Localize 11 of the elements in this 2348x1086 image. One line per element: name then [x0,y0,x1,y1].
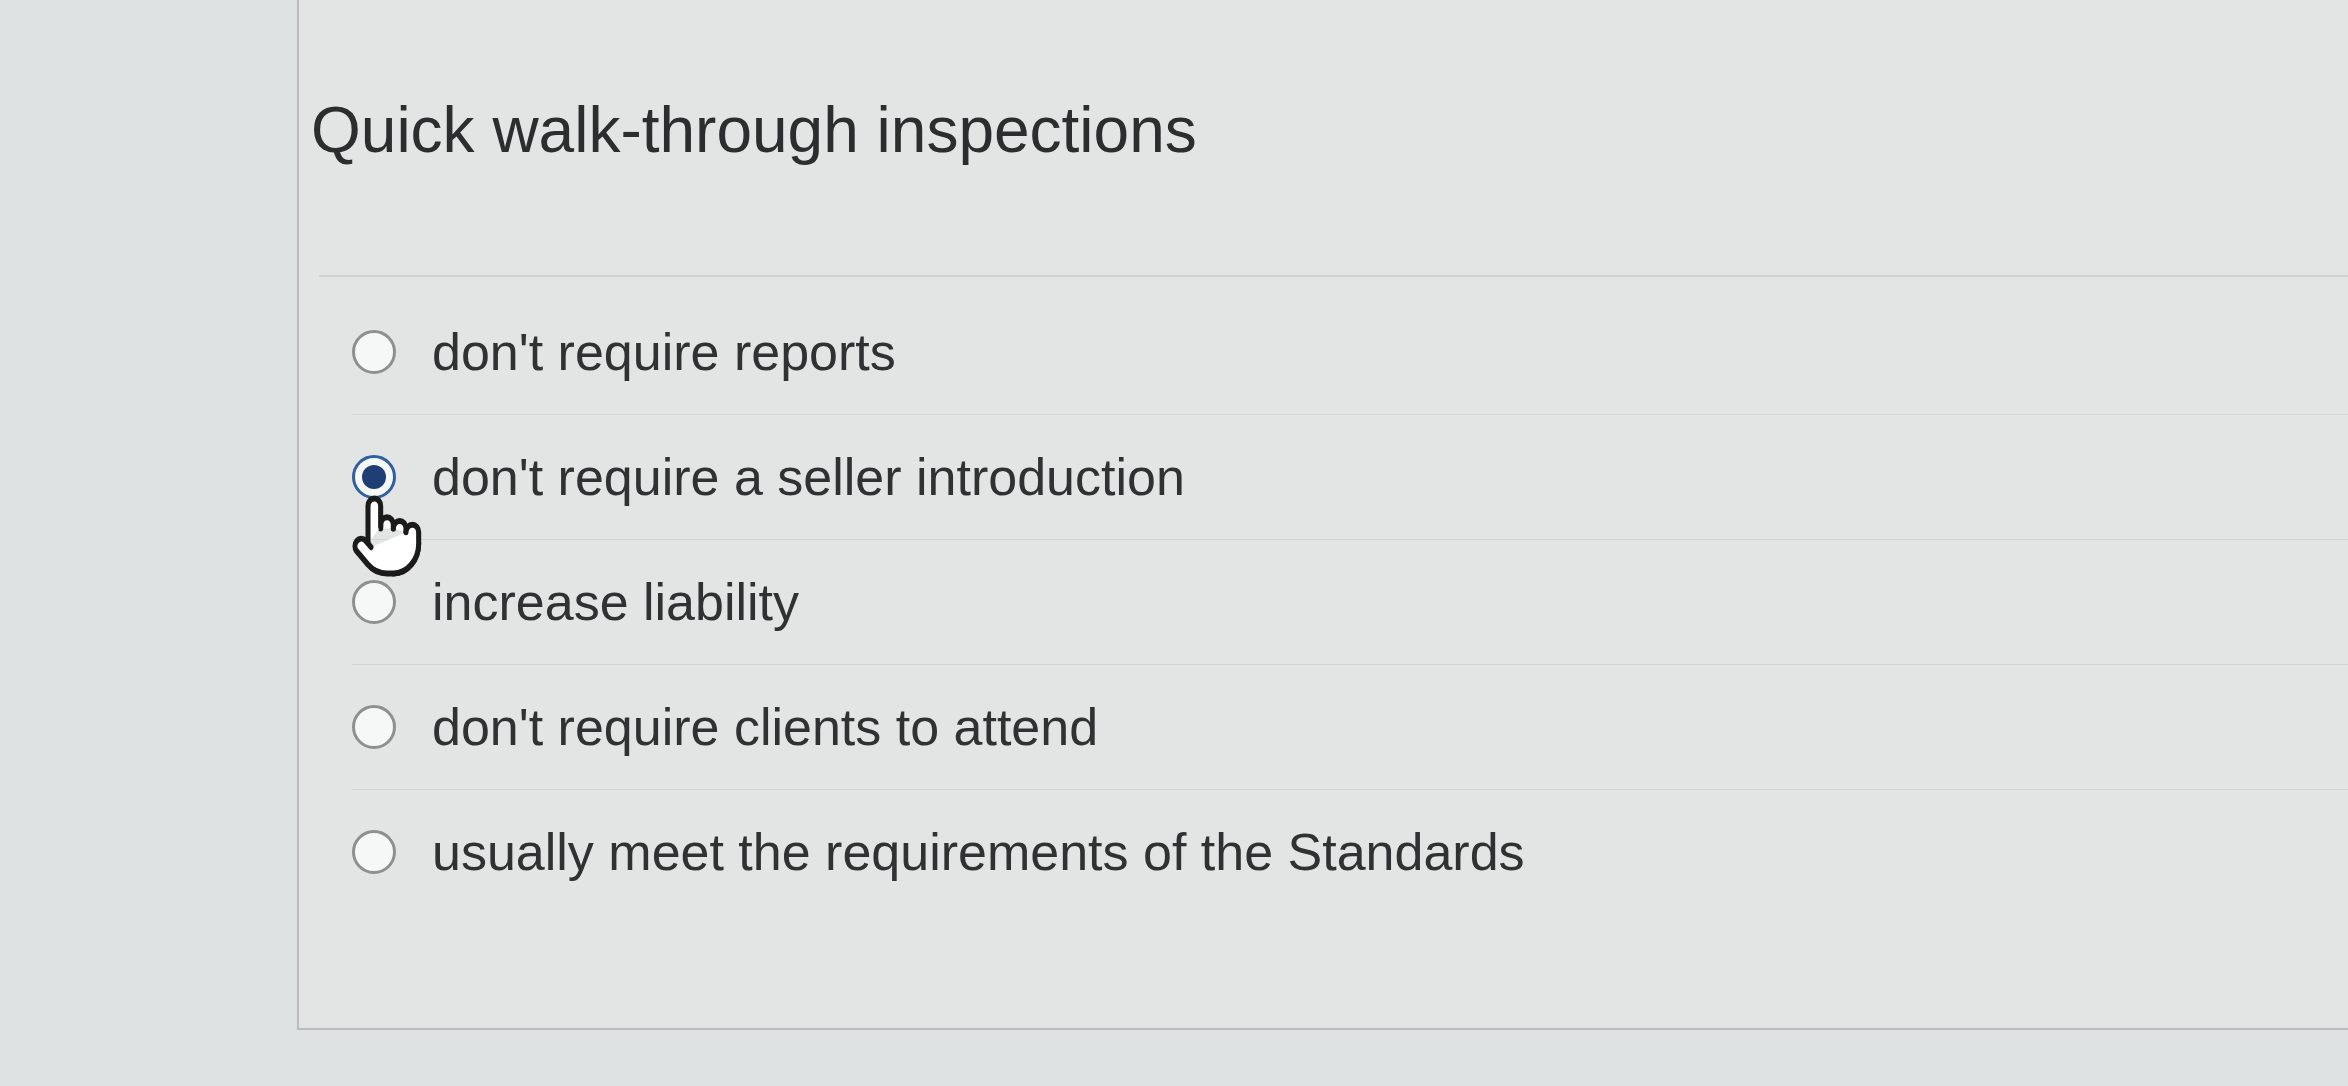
radio-button[interactable] [352,830,396,874]
radio-button[interactable] [352,580,396,624]
option-label[interactable]: don't require a seller introduction [432,447,1185,507]
radio-button[interactable] [352,705,396,749]
question-title: Quick walk-through inspections [311,93,1197,168]
radio-button[interactable] [352,455,396,499]
option-label[interactable]: increase liability [432,572,800,632]
option-label[interactable]: don't require reports [432,322,896,382]
radio-button[interactable] [352,330,396,374]
option-label[interactable]: don't require clients to attend [432,697,1099,757]
option-label[interactable]: usually meet the requirements of the Standards [432,822,1525,882]
